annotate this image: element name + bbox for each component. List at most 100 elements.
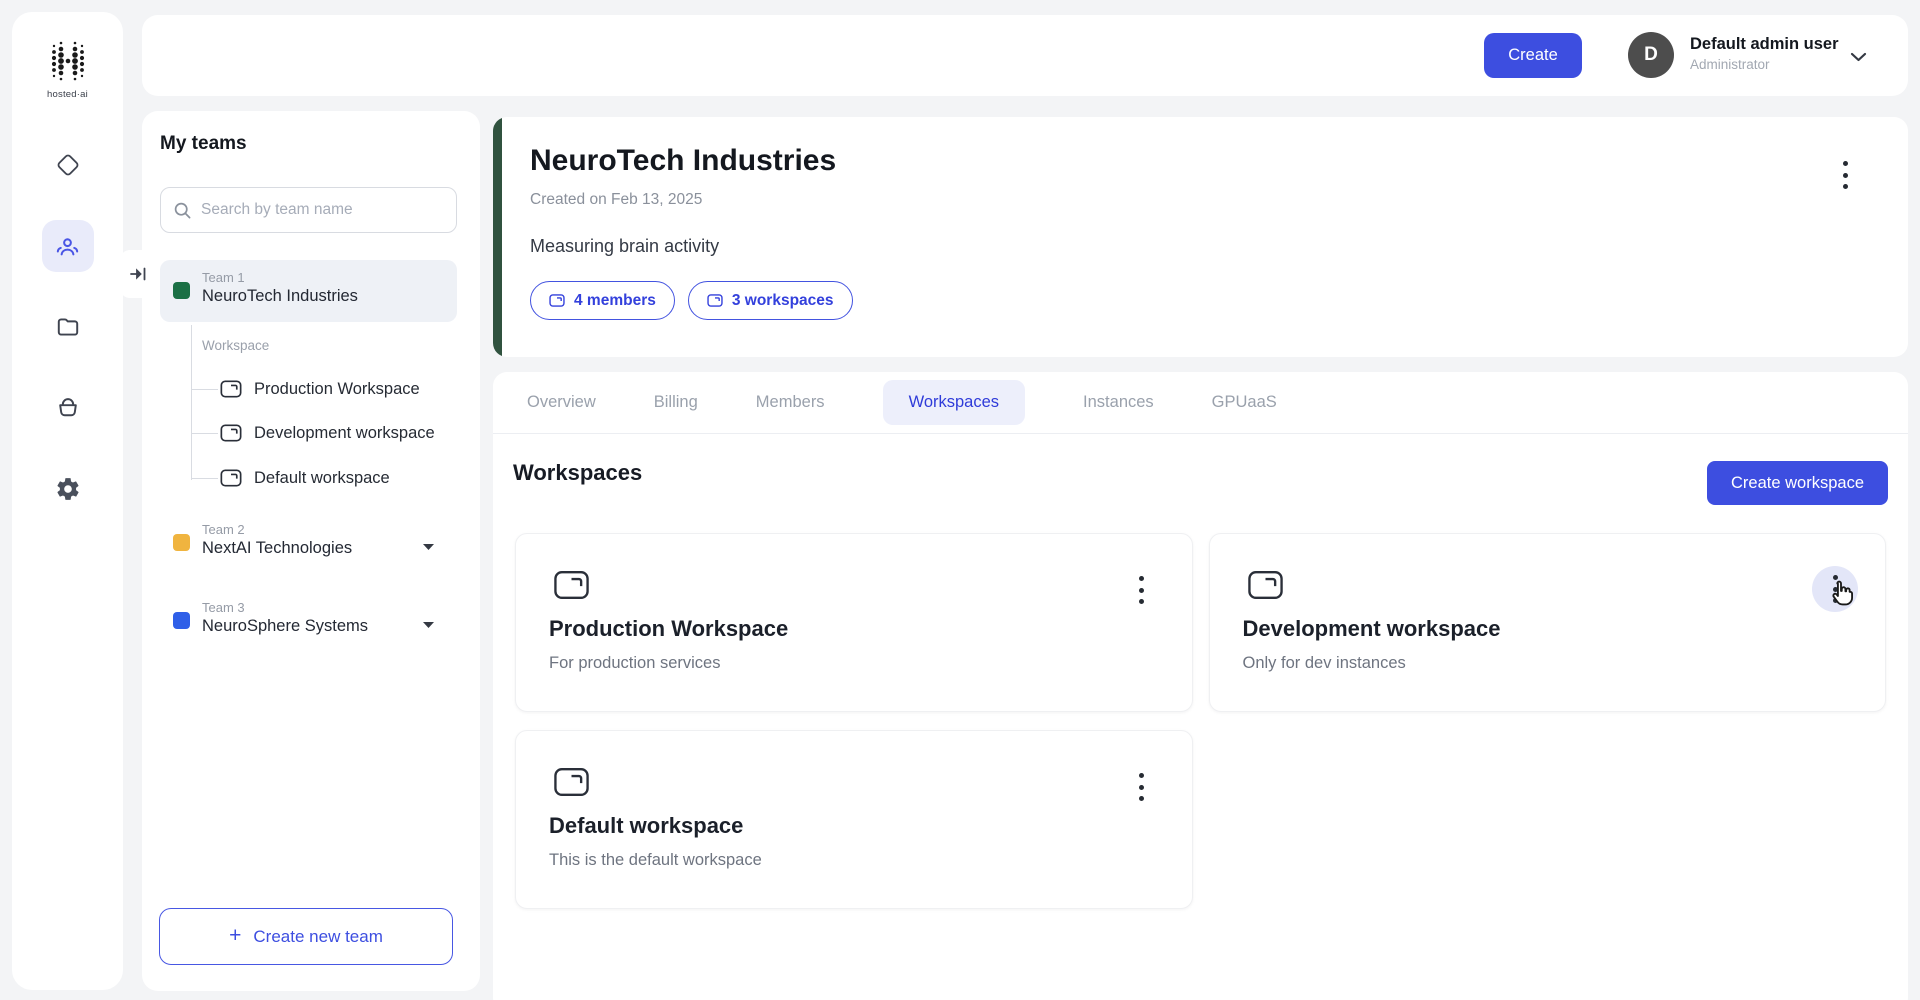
tab-members[interactable]: Members — [756, 393, 825, 412]
team-name: NeuroSphere Systems — [202, 617, 368, 635]
sidebar-nav — [12, 139, 123, 515]
workspace-section-label: Workspace — [202, 338, 270, 353]
tree-tick — [191, 388, 218, 390]
chevron-down-icon[interactable] — [422, 616, 435, 634]
create-workspace-button[interactable]: Create workspace — [1707, 461, 1888, 505]
workspaces-count-badge[interactable]: 3 workspaces — [687, 281, 853, 320]
workspace-frame-icon — [549, 294, 565, 307]
team-name: NextAI Technologies — [202, 539, 353, 557]
user-name: Default admin user — [1690, 35, 1839, 53]
sidebar-item-folder[interactable] — [42, 301, 94, 353]
team-accent-bar — [493, 117, 502, 357]
team-options-kebab-icon[interactable] — [1843, 161, 1848, 189]
workspace-card-title: Default workspace — [549, 813, 744, 838]
diamond-icon — [57, 154, 78, 176]
team-search[interactable] — [160, 187, 457, 233]
workspaces-count-label: 3 workspaces — [731, 291, 834, 309]
chevron-down-icon[interactable] — [422, 538, 435, 556]
bucket-icon — [58, 398, 77, 417]
workspace-options-kebab-icon[interactable] — [1131, 769, 1152, 805]
team-color-swatch — [173, 612, 190, 629]
workspace-card-description: Only for dev instances — [1242, 654, 1406, 672]
app-root: hosted·ai My teams Search by team name T… — [0, 0, 1920, 1000]
logo-wordmark: hosted·ai — [47, 89, 88, 100]
workspace-frame-icon — [554, 570, 589, 600]
sidebar-item-diamond[interactable] — [42, 139, 94, 191]
tree-item-label: Development workspace — [254, 423, 435, 442]
team-header-card: NeuroTech Industries Created on Feb 13, … — [493, 117, 1908, 357]
team-label: Team 3 — [202, 600, 245, 615]
tab-overview[interactable]: Overview — [527, 393, 596, 412]
team-tabs: Overview Billing Members Workspaces Inst… — [493, 372, 1908, 434]
workspace-card-title: Development workspace — [1242, 616, 1501, 641]
members-count-badge[interactable]: 4 members — [530, 281, 675, 320]
workspaces-section-title: Workspaces — [513, 460, 643, 485]
tree-tick — [191, 432, 218, 434]
tree-item-label: Default workspace — [254, 468, 390, 487]
team-title: NeuroTech Industries — [530, 144, 837, 177]
team-row-neurotech[interactable]: Team 1 NeuroTech Industries — [160, 260, 457, 322]
workspace-card-description: For production services — [549, 654, 721, 672]
workspace-frame-icon — [220, 380, 242, 398]
team-badges: 4 members 3 workspaces — [530, 281, 853, 320]
sidebar-item-settings[interactable] — [42, 463, 94, 515]
folder-icon — [57, 318, 78, 336]
topbar: Create D Default admin user Administrato… — [142, 15, 1908, 96]
workspace-card-description: This is the default workspace — [549, 851, 762, 869]
app-logo: hosted·ai — [45, 38, 91, 100]
workspace-options-kebab-icon[interactable] — [1832, 575, 1838, 603]
tree-item-default-workspace[interactable]: Default workspace — [191, 466, 451, 490]
tab-workspaces[interactable]: Workspaces — [882, 380, 1026, 425]
workspace-frame-icon — [707, 294, 723, 307]
gear-icon — [56, 478, 79, 500]
teams-users-icon — [56, 237, 79, 255]
team-label: Team 2 — [202, 522, 245, 537]
workspace-options-kebab-icon[interactable] — [1131, 572, 1152, 608]
team-content-card: Overview Billing Members Workspaces Inst… — [493, 372, 1908, 1000]
tree-connector-line — [191, 325, 192, 480]
tree-item-development-workspace[interactable]: Development workspace — [191, 421, 451, 445]
team-color-swatch — [173, 534, 190, 551]
tab-gpuaas[interactable]: GPUaaS — [1212, 393, 1277, 412]
members-count-label: 4 members — [574, 291, 656, 309]
workspace-frame-icon — [1247, 570, 1283, 600]
team-name: NeuroTech Industries — [202, 287, 358, 305]
collapse-panel-icon — [130, 267, 146, 281]
kebab-hover-highlight — [1812, 566, 1858, 612]
user-avatar[interactable]: D — [1628, 32, 1674, 78]
teams-panel: My teams Team 1 NeuroTech Industries Wor… — [142, 111, 480, 991]
search-icon — [174, 202, 191, 218]
team-row-nextai[interactable]: Team 2 NextAI Technologies — [160, 512, 457, 574]
team-color-swatch — [173, 282, 190, 299]
workspace-frame-icon — [220, 469, 242, 487]
workspace-frame-icon — [554, 767, 589, 797]
sidebar-item-teams[interactable] — [41, 220, 94, 272]
sidebar-item-bucket[interactable] — [42, 382, 94, 434]
workspace-card-default[interactable]: Default workspace This is the default wo… — [515, 730, 1193, 909]
workspace-card-title: Production Workspace — [549, 616, 789, 641]
create-new-team-button[interactable]: + Create new team — [159, 908, 453, 965]
collapse-sidebar-button[interactable] — [120, 250, 160, 298]
team-label: Team 1 — [202, 270, 245, 285]
create-button[interactable]: Create — [1484, 33, 1582, 78]
workspace-card-production[interactable]: Production Workspace For production serv… — [515, 533, 1193, 712]
user-role: Administrator — [1690, 57, 1770, 72]
tree-item-label: Production Workspace — [254, 379, 420, 398]
tab-instances[interactable]: Instances — [1083, 393, 1154, 412]
team-created-date: Created on Feb 13, 2025 — [530, 191, 703, 208]
tree-tick — [191, 477, 218, 479]
workspaces-grid: Production Workspace For production serv… — [515, 533, 1886, 909]
team-search-input[interactable] — [201, 201, 444, 219]
tab-billing[interactable]: Billing — [654, 393, 698, 412]
team-row-neurosphere[interactable]: Team 3 NeuroSphere Systems — [160, 590, 457, 652]
team-description: Measuring brain activity — [530, 236, 720, 256]
workspace-card-development[interactable]: Development workspace Only for dev insta… — [1208, 533, 1886, 712]
hosted-ai-logo-icon — [51, 41, 84, 81]
teams-panel-title: My teams — [160, 133, 247, 154]
tree-item-production-workspace[interactable]: Production Workspace — [191, 377, 451, 401]
plus-icon: + — [229, 924, 242, 947]
sidebar: hosted·ai — [12, 12, 123, 990]
user-menu-chevron-icon[interactable] — [1850, 49, 1867, 67]
create-new-team-label: Create new team — [253, 926, 383, 946]
workspace-frame-icon — [220, 424, 242, 442]
